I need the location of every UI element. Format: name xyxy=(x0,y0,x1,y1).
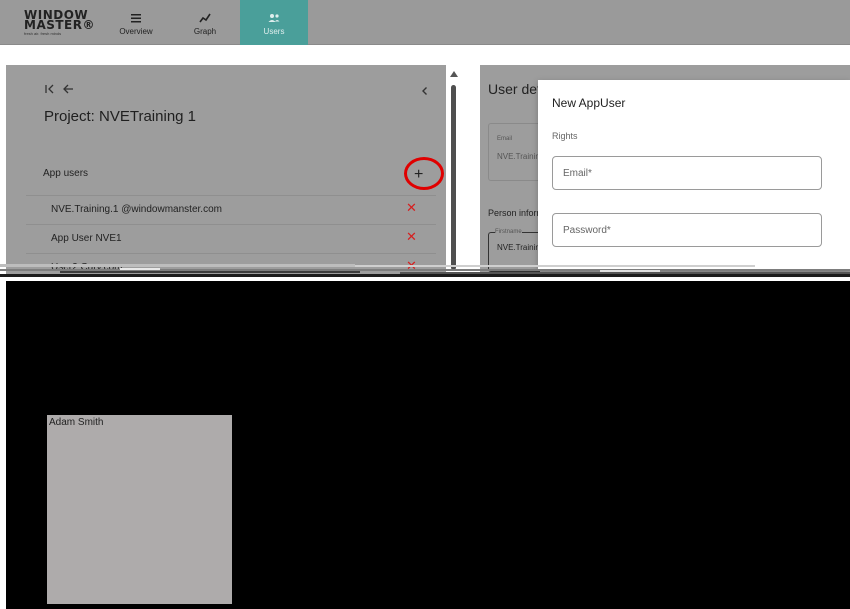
firstname-label: Firstname xyxy=(495,229,522,235)
email-field-label: Email xyxy=(497,136,513,142)
list-item[interactable]: App User NVE1 ✕ xyxy=(26,224,436,252)
highlight-circle xyxy=(404,157,444,190)
tab-overview[interactable]: Overview xyxy=(102,0,170,45)
menu-icon xyxy=(131,14,141,23)
app-users-label: App users xyxy=(43,168,89,179)
first-page-icon[interactable] xyxy=(44,83,56,98)
tab-graph[interactable]: Graph xyxy=(171,0,239,45)
tab-users[interactable]: Users xyxy=(240,0,308,45)
project-users-panel: Project: NVETraining 1 App users + NVE.T… xyxy=(6,65,446,275)
password-input[interactable] xyxy=(553,214,821,246)
tab-overview-label: Overview xyxy=(119,27,153,36)
email-field[interactable] xyxy=(552,156,822,190)
windowmaster-logo[interactable]: WINDOW MASTER® fresh air. fresh minds xyxy=(24,9,95,38)
arrow-left-icon[interactable] xyxy=(62,83,74,98)
rights-label: Rights xyxy=(552,131,578,141)
tab-users-label: Users xyxy=(263,27,285,36)
chart-line-icon xyxy=(199,13,211,23)
delete-icon[interactable]: ✕ xyxy=(406,200,417,216)
chevron-left-icon[interactable] xyxy=(420,85,430,99)
scrollbar-thumb[interactable] xyxy=(451,85,456,270)
logo-line2: MASTER® xyxy=(24,18,95,32)
email-field[interactable]: Email NVE.Training.1 xyxy=(488,123,551,181)
tab-graph-label: Graph xyxy=(193,27,217,36)
app-bar: WINDOW MASTER® fresh air. fresh minds Ov… xyxy=(0,0,850,45)
avatar: Adam Smith xyxy=(47,415,232,604)
user-name: App User NVE1 xyxy=(51,233,122,244)
project-title: Project: NVETraining 1 xyxy=(44,108,197,125)
scroll-up-arrow-icon[interactable] xyxy=(450,71,458,77)
delete-icon[interactable]: ✕ xyxy=(406,229,417,245)
user-name: NVE.Training.1 @windowmanster.com xyxy=(51,204,222,215)
password-field[interactable] xyxy=(552,213,822,247)
list-item[interactable]: NVE.Training.1 @windowmanster.com ✕ xyxy=(26,195,436,223)
dialog-title: New AppUser xyxy=(552,96,626,110)
email-input[interactable] xyxy=(553,157,821,189)
avatar-name: Adam Smith xyxy=(49,417,104,428)
new-appuser-dialog: New AppUser Rights xyxy=(538,80,850,270)
users-icon xyxy=(268,14,280,22)
render-glitch-strip xyxy=(0,264,850,278)
